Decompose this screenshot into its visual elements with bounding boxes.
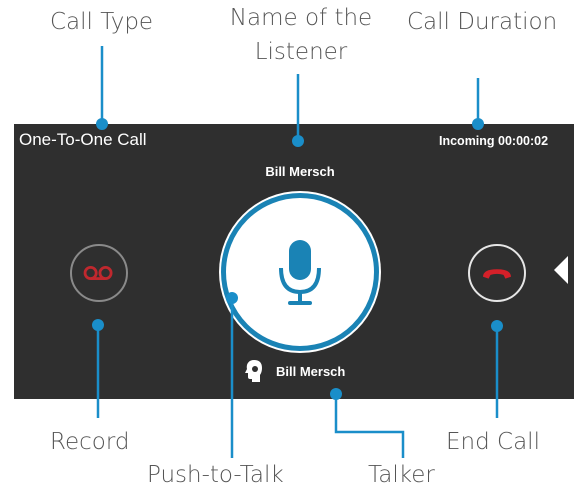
call-type-dot <box>96 118 108 130</box>
talker-dot <box>330 388 342 400</box>
callout-end-call: End Call <box>446 429 540 455</box>
callout-record: Record <box>50 429 130 455</box>
callout-listener-line2: Listener <box>254 39 348 65</box>
callout-call-type: Call Type <box>50 9 154 35</box>
callout-push-to-talk: Push-to-Talk <box>147 462 284 488</box>
push-to-talk-dot <box>226 292 238 304</box>
callout-lines <box>92 46 503 458</box>
callout-listener-line1: Name of the <box>229 5 373 31</box>
listener-dot <box>292 135 304 147</box>
end-call-dot <box>491 320 503 332</box>
callout-talker: Talker <box>368 462 435 488</box>
duration-dot <box>472 118 484 130</box>
callout-call-duration: Call Duration <box>407 9 558 35</box>
record-dot <box>92 319 104 331</box>
